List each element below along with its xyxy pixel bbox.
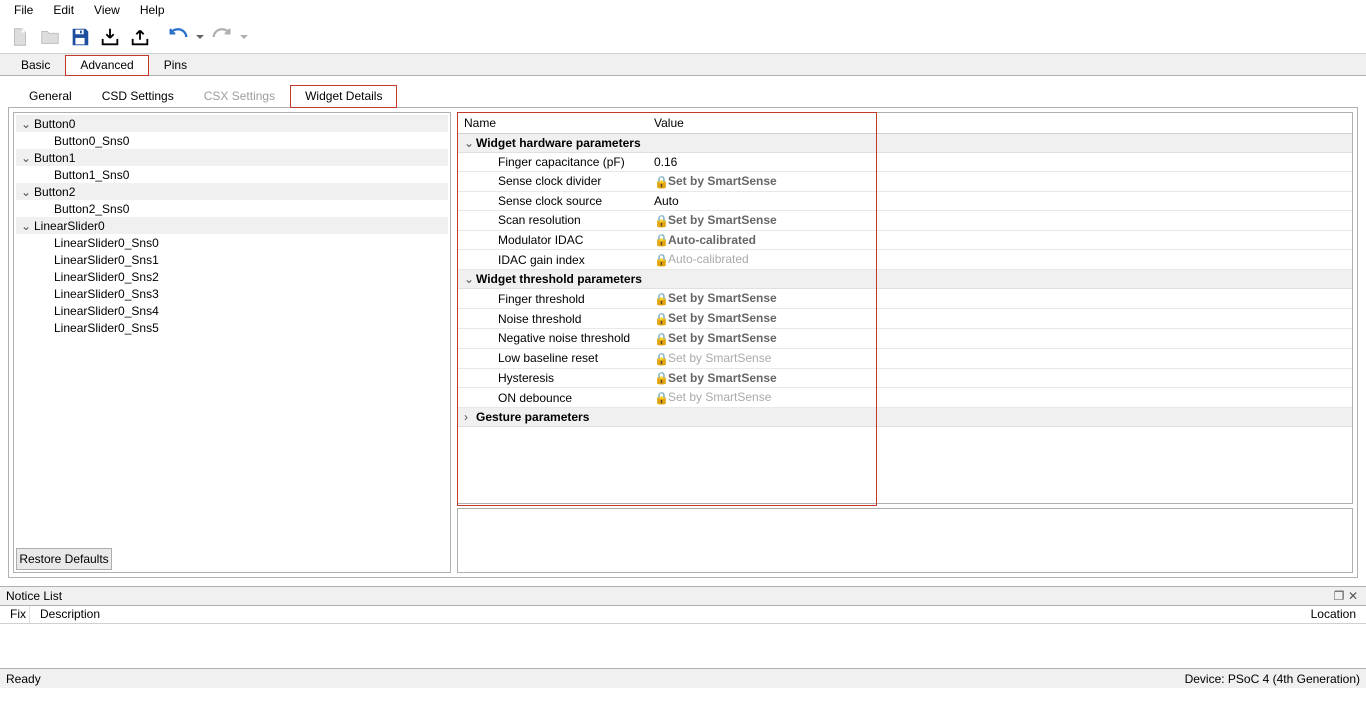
widget-tree: ⌄Button0 Button0_Sns0 ⌄Button1 Button1_S…: [13, 112, 451, 573]
menu-file[interactable]: File: [4, 2, 43, 18]
cat-threshold[interactable]: ⌄Widget threshold parameters: [458, 270, 1352, 289]
chevron-down-icon: ⌄: [464, 136, 476, 150]
status-ready: Ready: [6, 672, 41, 686]
tree-item-button2-sns0[interactable]: Button2_Sns0: [16, 200, 448, 217]
sub-tabstrip: General CSD Settings CSX Settings Widget…: [8, 84, 1358, 108]
tree-item-ls-sns3[interactable]: LinearSlider0_Sns3: [16, 285, 448, 302]
lock-icon: 🔒: [654, 175, 668, 189]
menubar: File Edit View Help: [0, 0, 1366, 20]
lock-icon: 🔒: [654, 312, 668, 326]
subtab-csx[interactable]: CSX Settings: [189, 85, 290, 108]
prop-modulator-idac[interactable]: Modulator IDAC🔒Auto-calibrated: [458, 230, 1352, 250]
close-icon[interactable]: ✕: [1346, 589, 1360, 603]
redo-dropdown-icon[interactable]: [238, 23, 250, 51]
tree-item-ls-sns4[interactable]: LinearSlider0_Sns4: [16, 302, 448, 319]
redo-icon[interactable]: [208, 23, 236, 51]
restore-defaults-button[interactable]: Restore Defaults: [16, 548, 112, 570]
tree-item-button0-sns0[interactable]: Button0_Sns0: [16, 132, 448, 149]
menu-help[interactable]: Help: [130, 2, 175, 18]
prop-on-debounce[interactable]: ON debounce🔒Set by SmartSense: [458, 388, 1352, 408]
cat-hardware[interactable]: ⌄Widget hardware parameters: [458, 134, 1352, 153]
lock-icon: 🔒: [654, 391, 668, 405]
tab-pins[interactable]: Pins: [149, 55, 202, 76]
prop-scan-resolution[interactable]: Scan resolution🔒Set by SmartSense: [458, 210, 1352, 230]
prop-sense-clock-divider[interactable]: Sense clock divider🔒Set by SmartSense: [458, 172, 1352, 192]
tree-item-button1-sns0[interactable]: Button1_Sns0: [16, 166, 448, 183]
chevron-down-icon: ⌄: [20, 219, 32, 233]
restore-window-icon[interactable]: ❐: [1332, 589, 1346, 603]
tree-item-button2[interactable]: ⌄Button2: [16, 183, 448, 200]
prop-noise-threshold[interactable]: Noise threshold🔒Set by SmartSense: [458, 309, 1352, 329]
notice-list-header: Notice List ❐ ✕: [0, 586, 1366, 606]
notice-columns: Fix Description Location: [0, 606, 1366, 624]
undo-icon[interactable]: [164, 23, 192, 51]
col-name: Name: [458, 113, 648, 134]
status-bar: Ready Device: PSoC 4 (4th Generation): [0, 668, 1366, 688]
undo-dropdown-icon[interactable]: [194, 23, 206, 51]
menu-view[interactable]: View: [84, 2, 130, 18]
chevron-right-icon: ›: [464, 410, 476, 424]
subtab-widget-details[interactable]: Widget Details: [290, 85, 397, 108]
tree-item-linearslider0[interactable]: ⌄LinearSlider0: [16, 217, 448, 234]
tab-advanced[interactable]: Advanced: [65, 55, 148, 76]
lock-icon: 🔒: [654, 371, 668, 385]
prop-low-baseline-reset[interactable]: Low baseline reset🔒Set by SmartSense: [458, 348, 1352, 368]
lock-icon: 🔒: [654, 332, 668, 346]
lock-icon: 🔒: [654, 292, 668, 306]
prop-sense-clock-source[interactable]: Sense clock sourceAuto: [458, 191, 1352, 210]
main-tabstrip: Basic Advanced Pins: [0, 54, 1366, 76]
prop-finger-threshold[interactable]: Finger threshold🔒Set by SmartSense: [458, 289, 1352, 309]
description-panel: [457, 508, 1353, 573]
tree-item-ls-sns5[interactable]: LinearSlider0_Sns5: [16, 319, 448, 336]
col-description[interactable]: Description: [30, 606, 1296, 623]
lock-icon: 🔒: [654, 233, 668, 247]
toolbar: [0, 20, 1366, 54]
tree-item-button0[interactable]: ⌄Button0: [16, 115, 448, 132]
tree-item-ls-sns2[interactable]: LinearSlider0_Sns2: [16, 268, 448, 285]
chevron-down-icon: ⌄: [20, 185, 32, 199]
new-file-icon[interactable]: [6, 23, 34, 51]
prop-idac-gain-index[interactable]: IDAC gain index🔒Auto-calibrated: [458, 250, 1352, 270]
status-device: Device: PSoC 4 (4th Generation): [1185, 672, 1360, 686]
col-fix[interactable]: Fix: [0, 606, 30, 623]
lock-icon: 🔒: [654, 214, 668, 228]
lock-icon: 🔒: [654, 352, 668, 366]
menu-edit[interactable]: Edit: [43, 2, 84, 18]
subtab-csd[interactable]: CSD Settings: [87, 85, 189, 108]
notice-list-body: [0, 624, 1366, 668]
import-icon[interactable]: [96, 23, 124, 51]
tree-item-ls-sns0[interactable]: LinearSlider0_Sns0: [16, 234, 448, 251]
tab-basic[interactable]: Basic: [6, 55, 65, 76]
open-folder-icon[interactable]: [36, 23, 64, 51]
export-icon[interactable]: [126, 23, 154, 51]
subtab-general[interactable]: General: [14, 85, 87, 108]
notice-list-title: Notice List: [6, 589, 62, 603]
chevron-down-icon: ⌄: [20, 151, 32, 165]
cat-gesture[interactable]: ›Gesture parameters: [458, 408, 1352, 427]
property-grid: NameValue ⌄Widget hardware parameters Fi…: [457, 112, 1353, 504]
col-value: Value: [648, 113, 1352, 134]
lock-icon: 🔒: [654, 253, 668, 267]
prop-neg-noise-threshold[interactable]: Negative noise threshold🔒Set by SmartSen…: [458, 328, 1352, 348]
tree-item-button1[interactable]: ⌄Button1: [16, 149, 448, 166]
prop-finger-capacitance[interactable]: Finger capacitance (pF)0.16: [458, 153, 1352, 172]
chevron-down-icon: ⌄: [464, 272, 476, 286]
prop-hysteresis[interactable]: Hysteresis🔒Set by SmartSense: [458, 368, 1352, 388]
tree-item-ls-sns1[interactable]: LinearSlider0_Sns1: [16, 251, 448, 268]
save-icon[interactable]: [66, 23, 94, 51]
chevron-down-icon: ⌄: [20, 117, 32, 131]
col-location[interactable]: Location: [1296, 606, 1366, 623]
